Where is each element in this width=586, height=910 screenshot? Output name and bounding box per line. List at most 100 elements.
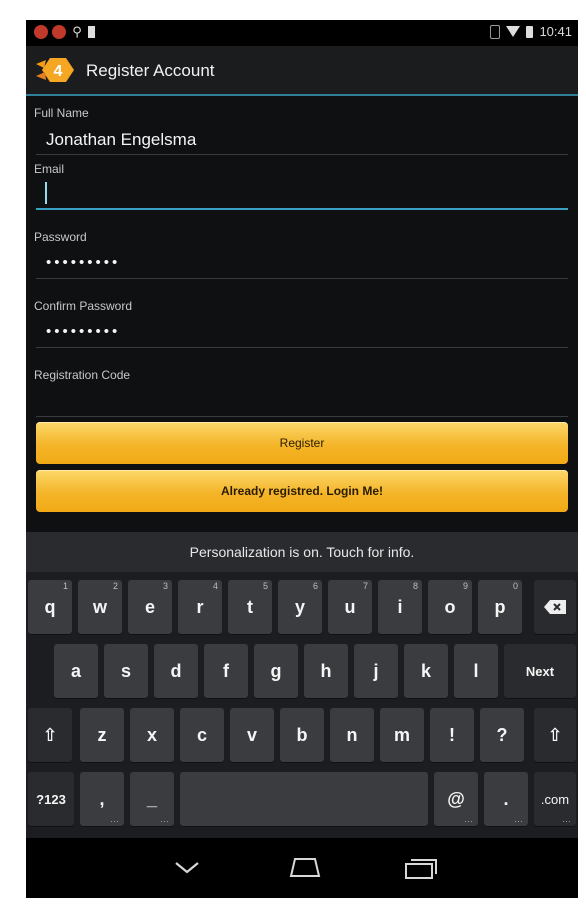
next-key[interactable]: Next (504, 644, 576, 698)
key-4[interactable]: t5 (228, 580, 272, 634)
key-2[interactable]: e3 (128, 580, 172, 634)
key-row3-0[interactable]: z (80, 708, 124, 762)
key-3[interactable]: r4 (178, 580, 222, 634)
key-row3-5[interactable]: n (330, 708, 374, 762)
full-name-input[interactable]: Jonathan Engelsma (46, 130, 196, 150)
key-number-hint: 0 (512, 581, 518, 591)
vibrate-icon (490, 24, 501, 39)
key-row3-1[interactable]: x (130, 708, 174, 762)
registration-code-label: Registration Code (34, 368, 131, 382)
key-9[interactable]: p0 (478, 580, 522, 634)
key-label: i (397, 596, 403, 617)
registration-code-input[interactable] (36, 416, 568, 417)
email-input[interactable] (36, 208, 568, 210)
key-number-hint: 4 (212, 581, 218, 591)
battery-icon (526, 25, 534, 38)
navigation-bar (26, 838, 578, 898)
key-label: q (44, 596, 56, 617)
key-number-hint: 9 (462, 581, 468, 591)
home-icon[interactable] (288, 856, 322, 878)
key-number-hint: 3 (162, 581, 168, 591)
confirm-password-input[interactable]: ••••••••• (46, 323, 120, 340)
dotcom-key[interactable]: .com… (534, 772, 576, 826)
key-row3-7[interactable]: ! (430, 708, 474, 762)
keyboard-personalization-hint[interactable]: Personalization is on. Touch for info. (26, 532, 578, 572)
key-number-hint: 1 (62, 581, 68, 591)
login-button[interactable]: Already registred. Login Me! (36, 470, 568, 512)
key-h[interactable]: h (304, 644, 348, 698)
key-label: e (144, 596, 155, 617)
key-f[interactable]: f (204, 644, 248, 698)
key-row3-3[interactable]: v (230, 708, 274, 762)
key-j[interactable]: j (354, 644, 398, 698)
page-title: Register Account (86, 61, 215, 80)
backspace-key[interactable] (534, 580, 576, 634)
key-row3-4[interactable]: b (280, 708, 324, 762)
symbols-key[interactable]: ?123 (28, 772, 74, 826)
back-icon[interactable] (174, 860, 200, 876)
at-key-label: @ (447, 788, 465, 809)
soft-keyboard: q1w2e3r4t5y6u7i8o9p0 asdfghjkl Next ⇧ zx… (26, 572, 578, 838)
comma-key-label: , (99, 788, 105, 809)
key-number-hint: 2 (112, 581, 118, 591)
comma-key[interactable]: ,… (80, 772, 124, 826)
clock: 10:41 (539, 24, 572, 39)
key-l[interactable]: l (454, 644, 498, 698)
action-bar: 4 Register Account (26, 46, 578, 96)
notification-app-icon (52, 25, 66, 39)
key-label: w (92, 596, 107, 617)
key-g[interactable]: g (254, 644, 298, 698)
system-icons: 10:41 (490, 24, 572, 39)
status-bar: ⚲ 10:41 (26, 20, 578, 46)
space-key[interactable] (180, 772, 428, 826)
shift-key-right[interactable]: ⇧ (534, 708, 576, 762)
key-a[interactable]: a (54, 644, 98, 698)
key-row3-8[interactable]: ? (480, 708, 524, 762)
key-label: p (494, 596, 506, 617)
shift-icon: ⇧ (547, 724, 563, 745)
underscore-key[interactable]: _… (130, 772, 174, 826)
key-label: u (344, 596, 356, 617)
key-number-hint: 8 (412, 581, 418, 591)
confirm-password-label: Confirm Password (34, 299, 133, 313)
key-7[interactable]: i8 (378, 580, 422, 634)
device-screen: ⚲ 10:41 4 Register Account Full Name Jon… (26, 20, 578, 898)
storage-icon (88, 26, 95, 38)
svg-text:4: 4 (54, 63, 63, 80)
key-8[interactable]: o9 (428, 580, 472, 634)
key-label: y (294, 596, 305, 617)
email-label: Email (34, 162, 65, 176)
period-key-label: . (503, 788, 509, 809)
key-label: o (444, 596, 456, 617)
full-name-label: Full Name (34, 106, 89, 120)
full-name-underline (36, 154, 568, 155)
key-number-hint: 7 (362, 581, 368, 591)
password-label: Password (34, 230, 87, 244)
period-key[interactable]: .… (484, 772, 528, 826)
key-0[interactable]: q1 (28, 580, 72, 634)
confirm-password-underline (36, 347, 568, 348)
key-number-hint: 5 (262, 581, 268, 591)
key-5[interactable]: y6 (278, 580, 322, 634)
password-underline (36, 278, 568, 279)
notification-app-icon (34, 25, 48, 39)
password-input[interactable]: ••••••••• (46, 254, 120, 271)
key-1[interactable]: w2 (78, 580, 122, 634)
key-k[interactable]: k (404, 644, 448, 698)
at-key[interactable]: @… (434, 772, 478, 826)
key-6[interactable]: u7 (328, 580, 372, 634)
key-label: t (247, 596, 253, 617)
app-logo-icon[interactable]: 4 (36, 54, 80, 86)
recent-apps-icon[interactable] (404, 856, 438, 880)
key-number-hint: 6 (312, 581, 318, 591)
link-icon: ⚲ (72, 24, 82, 39)
key-d[interactable]: d (154, 644, 198, 698)
key-s[interactable]: s (104, 644, 148, 698)
key-label: r (196, 596, 204, 617)
key-row3-6[interactable]: m (380, 708, 424, 762)
dotcom-key-label: .com (540, 791, 570, 807)
shift-key-left[interactable]: ⇧ (28, 708, 72, 762)
wifi-icon (506, 26, 521, 37)
key-row3-2[interactable]: c (180, 708, 224, 762)
register-button[interactable]: Register (36, 422, 568, 464)
